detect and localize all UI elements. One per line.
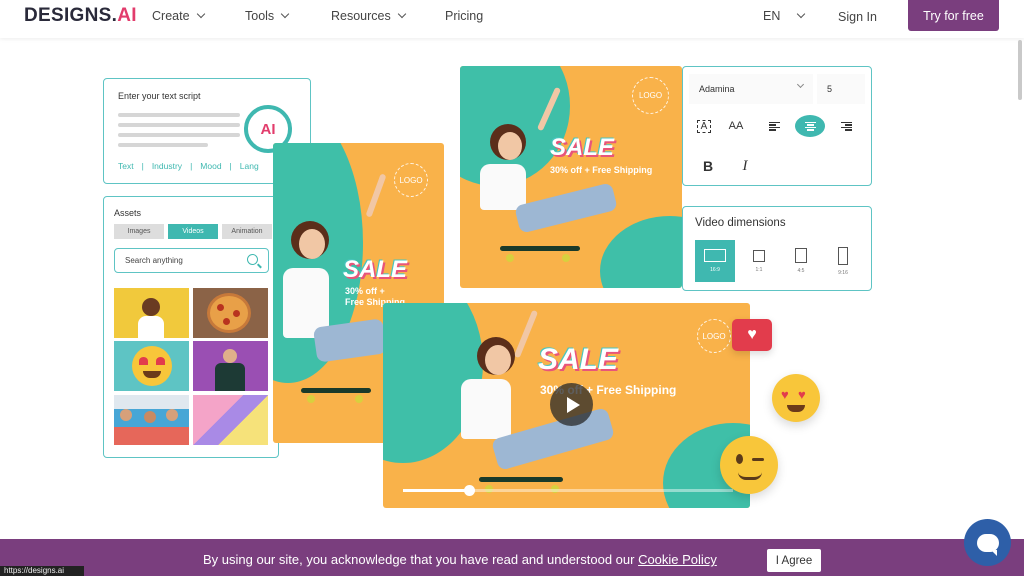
search-placeholder: Search anything <box>125 256 183 265</box>
font-size-input[interactable]: 5 <box>817 74 865 104</box>
script-tab-text[interactable]: Text <box>118 161 134 171</box>
heart-eyes-emoji: ♥ ♥ <box>772 374 820 422</box>
search-icon[interactable] <box>247 254 258 265</box>
dim-9-16[interactable]: 9:16 <box>823 240 863 282</box>
dims-title: Video dimensions <box>695 217 786 229</box>
play-button[interactable] <box>550 383 593 426</box>
chevron-down-icon <box>397 9 406 19</box>
text-box-icon[interactable]: A <box>693 115 715 137</box>
dim-1-1[interactable]: 1:1 <box>739 240 779 282</box>
asset-thumb-pizza[interactable] <box>193 288 268 338</box>
script-panel-title: Enter your text script <box>118 91 201 101</box>
script-line <box>118 123 240 127</box>
asset-tabs: Images Videos Animation <box>114 224 272 239</box>
align-left-icon[interactable] <box>763 115 785 137</box>
logo-badge: LOGO <box>394 163 428 197</box>
script-line <box>118 113 240 117</box>
dim-16-9[interactable]: 16:9 <box>695 240 735 282</box>
sale-video-card[interactable]: LOGO SALE 30% off + Free Shipping <box>383 303 750 508</box>
designs-ai-logo[interactable]: DESIGNS.AI <box>24 5 137 27</box>
cookie-consent-bar: By using our site, you acknowledge that … <box>0 539 1024 576</box>
cookie-text: By using our site, you acknowledge that … <box>203 552 717 567</box>
nav-create[interactable]: Create <box>152 9 205 23</box>
logo-badge: LOGO <box>632 77 669 114</box>
status-bar-url: https://designs.ai <box>0 566 84 576</box>
assets-panel: Assets Images Videos Animation Search an… <box>103 196 279 458</box>
heart-icon: ♥ <box>747 326 757 343</box>
script-tab-language[interactable]: Lang <box>240 161 259 171</box>
heart-like-badge: ♥ <box>732 319 772 351</box>
video-progress-track[interactable] <box>403 485 733 496</box>
asset-thumb-woman-headphones[interactable] <box>114 288 189 338</box>
sign-in-link[interactable]: Sign In <box>838 10 877 24</box>
page-scrollbar[interactable] <box>1018 40 1022 100</box>
discount-text: 30% off + <box>345 286 385 296</box>
chevron-down-icon <box>796 80 805 89</box>
chat-icon <box>976 533 999 556</box>
play-icon <box>567 396 580 413</box>
tab-images[interactable]: Images <box>114 224 164 239</box>
dim-4-5[interactable]: 4:5 <box>781 240 821 282</box>
video-progress-fill <box>403 489 469 492</box>
sale-text: SALE <box>343 256 408 283</box>
nav-tools[interactable]: Tools <box>245 9 290 23</box>
asset-search-input[interactable]: Search anything <box>114 248 269 273</box>
cookie-policy-link[interactable]: Cookie Policy <box>638 552 717 567</box>
tab-videos[interactable]: Videos <box>168 224 218 239</box>
language-selector[interactable]: EN <box>763 9 806 23</box>
asset-thumb-pool-party[interactable] <box>114 395 189 445</box>
bold-icon[interactable]: B <box>697 155 719 177</box>
discount-text: 30% off + Free Shipping <box>550 165 653 175</box>
sale-text: SALE <box>538 343 619 376</box>
script-line <box>118 133 240 137</box>
font-settings-panel: Adamina 5 A AA B I <box>682 66 872 186</box>
video-progress-handle[interactable] <box>464 485 475 496</box>
script-tab-industry[interactable]: Industry <box>152 161 182 171</box>
asset-thumb-geometric-shapes[interactable] <box>193 395 268 445</box>
asset-thumb-heart-eyes-emoji[interactable] <box>114 341 189 391</box>
italic-icon[interactable]: I <box>734 155 756 177</box>
i-agree-button[interactable]: I Agree <box>767 549 821 572</box>
tab-animation[interactable]: Animation <box>222 224 272 239</box>
script-line <box>118 143 208 147</box>
text-size-icon[interactable]: AA <box>725 115 747 137</box>
try-for-free-button[interactable]: Try for free <box>908 0 999 31</box>
align-center-icon[interactable] <box>795 115 825 137</box>
assets-title: Assets <box>114 208 142 218</box>
logo-badge: LOGO <box>697 319 731 353</box>
nav-pricing[interactable]: Pricing <box>445 9 483 23</box>
align-right-icon[interactable] <box>835 115 857 137</box>
winking-emoji <box>720 436 778 494</box>
nav-resources[interactable]: Resources <box>331 9 406 23</box>
font-family-select[interactable]: Adamina <box>689 74 813 104</box>
chevron-down-icon <box>196 9 205 19</box>
asset-thumb-man-cheering[interactable] <box>193 341 268 391</box>
top-nav: DESIGNS.AI Create Tools Resources Pricin… <box>0 0 1024 38</box>
video-dimensions-panel: Video dimensions 16:9 1:1 4:5 9:16 <box>682 206 872 291</box>
script-tab-mood[interactable]: Mood <box>200 161 221 171</box>
chevron-down-icon <box>280 9 290 19</box>
sale-card-square[interactable]: LOGO SALE 30% off + Free Shipping <box>460 66 682 288</box>
chevron-down-icon <box>797 9 806 19</box>
chat-widget-button[interactable] <box>964 519 1011 566</box>
font-family-value: Adamina <box>699 84 735 94</box>
sale-text: SALE <box>550 134 615 161</box>
